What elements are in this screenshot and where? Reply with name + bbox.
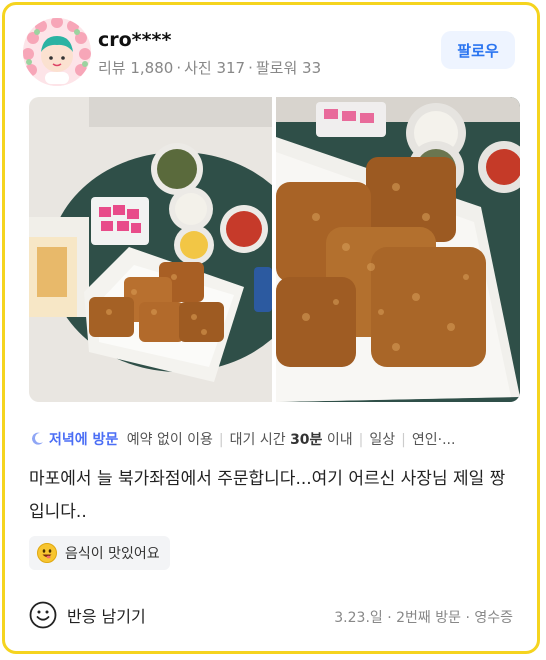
- review-photo-2[interactable]: [276, 97, 520, 402]
- username[interactable]: cro****: [98, 29, 171, 51]
- follower-count: 팔로워 33: [255, 59, 322, 77]
- tag-visit-time: 저녁에 방문: [49, 432, 119, 448]
- user-stats: 리뷰 1,880 · 사진 317 · 팔로워 33: [98, 59, 322, 77]
- tag-companion: 연인·...: [411, 432, 456, 448]
- tag-wait-time: 대기 시간 30분 이내: [229, 432, 353, 448]
- visit-meta: 3.23.일 · 2번째 방문 · 영수증: [334, 610, 513, 626]
- react-button[interactable]: 반응 남기기: [29, 601, 146, 629]
- moon-icon: [29, 431, 45, 451]
- avatar[interactable]: [23, 18, 91, 86]
- keyword-badge: 음식이 맛있어요: [29, 536, 170, 570]
- review-count: 리뷰 1,880: [98, 59, 174, 77]
- review-photo-1[interactable]: [29, 97, 272, 402]
- yummy-face-icon: [37, 543, 57, 563]
- smile-icon: [29, 601, 57, 629]
- review-text[interactable]: 마포에서 늘 북가좌점에서 주문합니다...여기 어르신 사장님 제일 짱입니다…: [29, 463, 519, 529]
- tag-reservation: 예약 없이 이용: [126, 432, 213, 448]
- visit-tags: 저녁에 방문 예약 없이 이용 | 대기 시간 30분 이내 | 일상 | 연인·...: [29, 429, 519, 451]
- photo-count: 사진 317: [184, 59, 246, 77]
- react-label: 반응 남기기: [67, 607, 146, 626]
- review-card: cro**** 리뷰 1,880 · 사진 317 · 팔로워 33 팔로우 저…: [2, 2, 540, 654]
- keyword-label: 음식이 맛있어요: [65, 546, 160, 562]
- tag-purpose: 일상: [369, 432, 396, 448]
- follow-button[interactable]: 팔로우: [441, 31, 515, 69]
